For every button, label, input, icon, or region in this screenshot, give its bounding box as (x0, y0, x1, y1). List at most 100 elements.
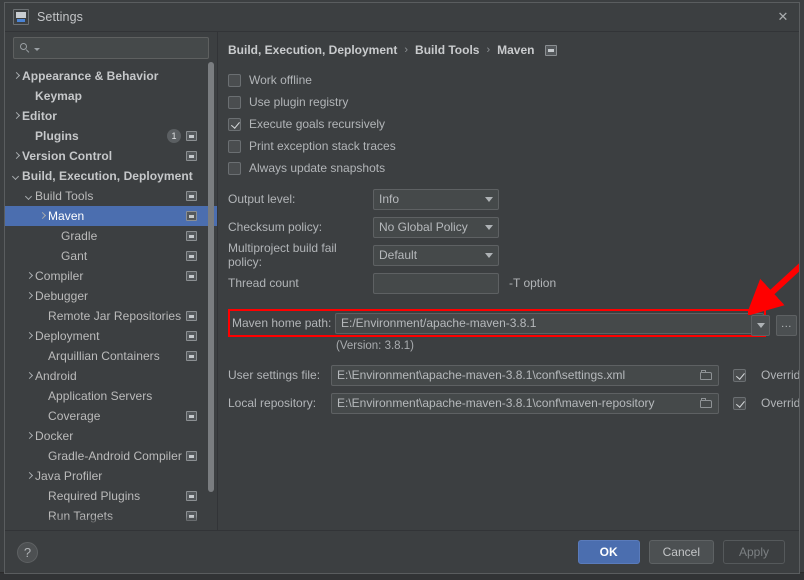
sidebar-item-keymap[interactable]: Keymap (5, 86, 217, 106)
sidebar-item-gradle[interactable]: Gradle (5, 226, 217, 246)
checkbox-row[interactable]: Print exception stack traces (228, 135, 799, 157)
sidebar-item-required-plugins[interactable]: Required Plugins (5, 486, 217, 506)
settings-dialog: Settings ✕ Appearance & BehaviorKeymapEd… (4, 2, 800, 574)
breadcrumb-part[interactable]: Maven (497, 43, 534, 57)
user-settings-override-checkbox[interactable] (733, 369, 746, 382)
tree-spacer (24, 91, 35, 102)
checkbox-row[interactable]: Work offline (228, 69, 799, 91)
chevron-right-icon[interactable] (37, 211, 48, 222)
folder-icon[interactable] (700, 370, 713, 381)
sidebar-item-label: Run Targets (48, 509, 113, 523)
field-row: Thread count-T option (228, 269, 799, 297)
local-repository-input-wrap[interactable] (331, 393, 719, 414)
chevron-right-icon[interactable] (24, 271, 35, 282)
checkbox-label: Execute goals recursively (249, 117, 385, 131)
chevron-right-icon[interactable] (24, 431, 35, 442)
checkbox-row[interactable]: Use plugin registry (228, 91, 799, 113)
sidebar-item-label: Deployment (35, 329, 100, 343)
checkbox-work-offline[interactable] (228, 74, 241, 87)
sidebar-item-label: Coverage (48, 409, 100, 423)
sidebar-item-run-targets[interactable]: Run Targets (5, 506, 217, 526)
module-settings-icon (186, 271, 197, 281)
cancel-button[interactable]: Cancel (649, 540, 714, 564)
sidebar-item-coverage[interactable]: Coverage (5, 406, 217, 426)
checksum-policy-dropdown[interactable]: No Global Policy (373, 217, 499, 238)
close-icon[interactable]: ✕ (775, 9, 791, 25)
module-settings-icon (186, 331, 197, 341)
field-label: Multiproject build fail policy: (228, 241, 373, 269)
ok-button[interactable]: OK (578, 540, 640, 564)
user-settings-file-input-wrap[interactable] (331, 365, 719, 386)
dialog-footer: ? OK Cancel Apply (5, 530, 799, 573)
checkbox-execute-goals-recursively[interactable] (228, 118, 241, 131)
local-repository-override-wrap[interactable]: Override (733, 396, 799, 410)
maven-home-path-row: Maven home path: (228, 309, 766, 337)
checkbox-use-plugin-registry[interactable] (228, 96, 241, 109)
search-box[interactable] (13, 37, 209, 59)
thread-count-input[interactable] (373, 273, 499, 294)
chevron-right-icon[interactable] (24, 331, 35, 342)
chevron-down-icon (485, 253, 493, 258)
sidebar-item-gradle-android-compiler[interactable]: Gradle-Android Compiler (5, 446, 217, 466)
chevron-right-icon[interactable] (24, 291, 35, 302)
sidebar-item-build-execution-deployment[interactable]: Build, Execution, Deployment (5, 166, 217, 186)
dialog-body: Appearance & BehaviorKeymapEditorPlugins… (5, 32, 799, 530)
sidebar-item-remote-jar-repositories[interactable]: Remote Jar Repositories (5, 306, 217, 326)
chevron-right-icon[interactable] (11, 111, 22, 122)
sidebar-scrollbar[interactable] (208, 62, 214, 492)
folder-icon[interactable] (700, 398, 713, 409)
sidebar-item-java-profiler[interactable]: Java Profiler (5, 466, 217, 486)
sidebar-item-version-control[interactable]: Version Control (5, 146, 217, 166)
sidebar-item-build-tools[interactable]: Build Tools (5, 186, 217, 206)
local-repository-override-checkbox[interactable] (733, 397, 746, 410)
sidebar-item-application-servers[interactable]: Application Servers (5, 386, 217, 406)
maven-home-path-input[interactable] (335, 313, 764, 334)
sidebar-item-editor[interactable]: Editor (5, 106, 217, 126)
chevron-right-icon[interactable] (24, 371, 35, 382)
module-settings-icon (186, 411, 197, 421)
sidebar-item-debugger[interactable]: Debugger (5, 286, 217, 306)
tree-spacer (24, 131, 35, 142)
sidebar-item-label: Java Profiler (35, 469, 102, 483)
multiproject-build-fail-policy-dropdown[interactable]: Default (373, 245, 499, 266)
checkbox-label: Always update snapshots (249, 161, 385, 175)
sidebar-item-docker[interactable]: Docker (5, 426, 217, 446)
sidebar-item-gant[interactable]: Gant (5, 246, 217, 266)
sidebar-item-arquillian-containers[interactable]: Arquillian Containers (5, 346, 217, 366)
chevron-right-icon[interactable] (11, 71, 22, 82)
user-settings-override-wrap[interactable]: Override (733, 368, 799, 382)
breadcrumb-part[interactable]: Build Tools (415, 43, 479, 57)
chevron-right-icon[interactable] (11, 151, 22, 162)
tree-spacer (37, 311, 48, 322)
chevron-right-icon[interactable] (24, 471, 35, 482)
user-settings-file-input[interactable] (337, 368, 700, 382)
breadcrumb-separator: › (486, 44, 490, 56)
checkbox-always-update-snapshots[interactable] (228, 162, 241, 175)
local-repository-input[interactable] (337, 396, 700, 410)
sidebar-item-plugins[interactable]: Plugins1 (5, 126, 217, 146)
sidebar-item-compiler[interactable]: Compiler (5, 266, 217, 286)
search-input[interactable] (40, 41, 202, 55)
apply-button[interactable]: Apply (723, 540, 785, 564)
breadcrumb-part[interactable]: Build, Execution, Deployment (228, 43, 397, 57)
sidebar-item-maven[interactable]: Maven (5, 206, 217, 226)
chevron-down-icon[interactable] (11, 171, 22, 182)
sidebar-item-label: Docker (35, 429, 73, 443)
chevron-down-icon[interactable] (24, 191, 35, 202)
checkbox-print-exception-stack-traces[interactable] (228, 140, 241, 153)
user-settings-file-row: User settings file: Override (228, 363, 799, 387)
output-level-dropdown[interactable]: Info (373, 189, 499, 210)
sidebar-item-android[interactable]: Android (5, 366, 217, 386)
sidebar-item-label: Build, Execution, Deployment (22, 169, 193, 183)
maven-home-path-browse-button[interactable]: ... (776, 315, 797, 336)
user-settings-file-label: User settings file: (228, 368, 331, 382)
sidebar-item-badge: 1 (167, 129, 181, 143)
sidebar-item-appearance-behavior[interactable]: Appearance & Behavior (5, 66, 217, 86)
checkbox-row[interactable]: Always update snapshots (228, 157, 799, 179)
dialog-titlebar: Settings ✕ (5, 3, 799, 32)
checkbox-row[interactable]: Execute goals recursively (228, 113, 799, 135)
maven-home-path-dropdown-button[interactable] (751, 315, 770, 336)
maven-fields: Output level:InfoChecksum policy:No Glob… (228, 185, 799, 297)
help-button[interactable]: ? (17, 542, 38, 563)
sidebar-item-deployment[interactable]: Deployment (5, 326, 217, 346)
